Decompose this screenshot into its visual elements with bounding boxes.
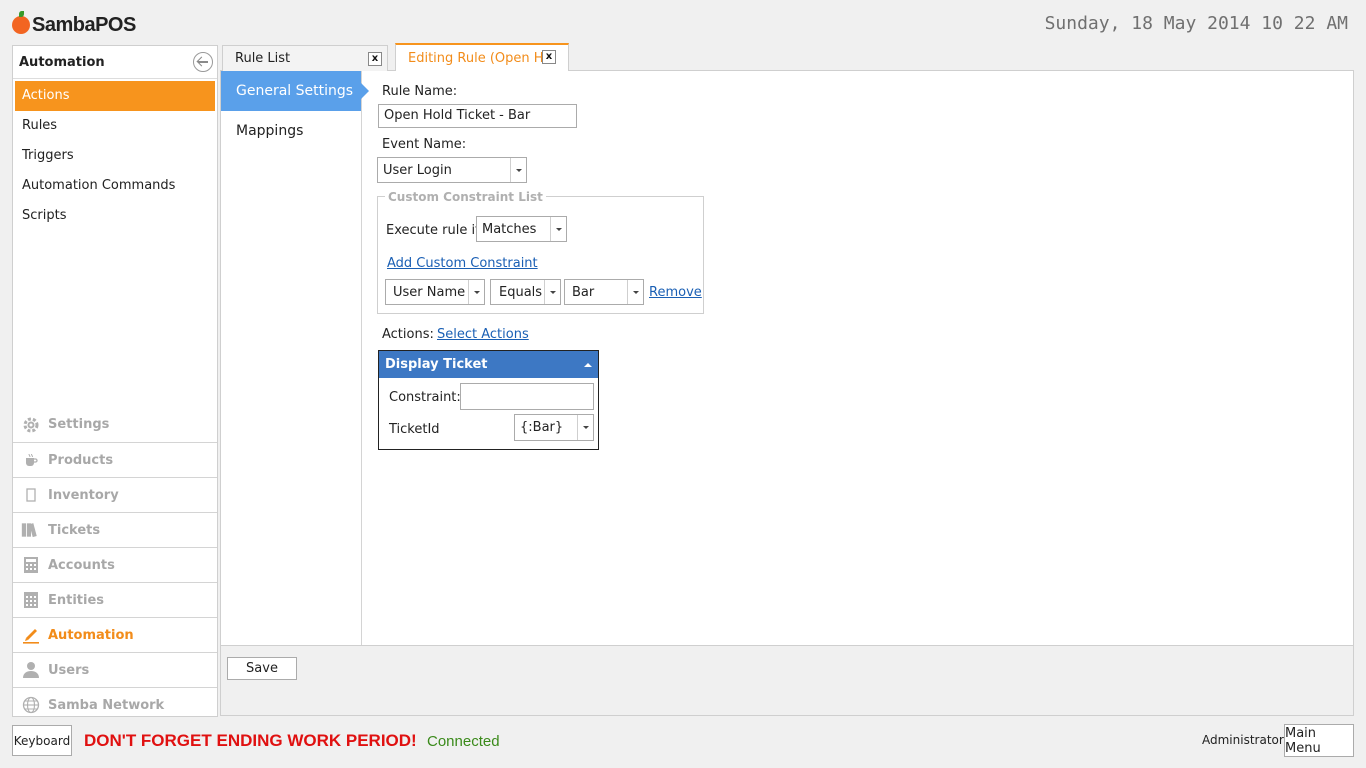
constraint-operator-dropdown[interactable]: Equals [490,279,561,305]
pencil-icon [21,626,41,644]
module-list: Settings Products Inventory Tickets Acco… [13,407,217,722]
action-card-header[interactable]: Display Ticket [379,351,598,378]
execute-rule-label: Execute rule if [386,223,480,238]
constraint-field-value: User Name [393,284,466,300]
execute-rule-dropdown[interactable]: Matches [476,216,567,242]
work-period-warning: DON'T FORGET ENDING WORK PERIOD! [84,731,417,750]
save-button[interactable]: Save [227,657,297,680]
coffee-cup-icon [21,451,41,469]
module-label: Tickets [48,522,101,538]
chevron-down-icon [468,280,484,304]
module-label: Products [48,452,114,468]
settings-nav: General Settings Mappings [221,71,369,645]
event-name-value: User Login [383,162,452,178]
sidebar-item-scripts[interactable]: Scripts [15,201,215,231]
module-entities[interactable]: Entities [13,582,217,617]
gear-icon [21,416,41,434]
rule-name-label: Rule Name: [382,84,458,99]
ticketid-label: TicketId [389,422,440,437]
module-samba-network[interactable]: Samba Network [13,687,217,722]
chevron-down-icon [577,415,593,440]
action-constraint-label: Constraint: [389,390,461,405]
globe-icon [21,696,41,714]
sidebar-title: Automation [19,54,105,70]
connection-status: Connected [427,733,500,750]
ticketid-dropdown[interactable]: {:Bar} [514,414,594,441]
action-constraint-input[interactable] [460,383,594,410]
module-tickets[interactable]: Tickets [13,512,217,547]
ticketid-value: {:Bar} [520,420,564,435]
editor-footer [221,645,1353,715]
logged-in-user: Administrator [1202,733,1284,747]
sidebar-item-rules[interactable]: Rules [15,111,215,141]
execute-rule-value: Matches [482,221,537,237]
sidebar-item-triggers[interactable]: Triggers [15,141,215,171]
tab-label: Editing Rule (Open Ho [408,50,552,66]
sambapos-logo: SambaPOS [12,11,136,38]
calculator-icon [21,556,41,574]
event-name-dropdown[interactable]: User Login [377,157,527,183]
tab-label: Rule List [235,51,291,66]
module-settings[interactable]: Settings [13,407,217,442]
action-card-title: Display Ticket [385,357,488,372]
module-label: Automation [48,627,134,643]
chevron-down-icon [627,280,643,304]
close-tab-rule-list-button[interactable]: x [368,52,382,66]
nav-general-settings[interactable]: General Settings [221,71,369,111]
module-label: Users [48,662,90,678]
module-label: Inventory [48,487,119,503]
chevron-down-icon [550,217,566,241]
keyboard-button[interactable]: Keyboard [12,725,72,756]
module-products[interactable]: Products [13,442,217,477]
apple-logo-icon [12,11,30,34]
sidebar-header: Automation [13,46,217,79]
module-accounts[interactable]: Accounts [13,547,217,582]
constraint-operator-value: Equals [499,284,543,300]
box-icon [21,486,41,504]
close-tab-editing-rule-button[interactable]: x [542,50,556,64]
constraint-value-dropdown[interactable]: Bar [564,279,644,305]
nav-mappings[interactable]: Mappings [221,111,361,151]
event-name-label: Event Name: [382,137,467,152]
constraint-field-dropdown[interactable]: User Name [385,279,485,305]
add-custom-constraint-link[interactable]: Add Custom Constraint [387,256,538,271]
datetime-display: Sunday, 18 May 2014 10 22 AM [1044,13,1348,34]
actions-label: Actions: [382,327,434,342]
module-inventory[interactable]: Inventory [13,477,217,512]
module-label: Accounts [48,557,115,573]
chevron-down-icon [544,280,560,304]
user-icon [21,661,41,679]
module-label: Entities [48,592,105,608]
main-menu-button[interactable]: Main Menu [1284,724,1354,757]
sidebar-sub-list: Actions Rules Triggers Automation Comman… [13,79,217,231]
books-icon [21,521,41,539]
select-actions-link[interactable]: Select Actions [437,327,529,342]
chevron-down-icon [510,158,526,182]
collapse-up-icon[interactable] [584,362,592,367]
logo-text: SambaPOS [32,13,136,36]
sidebar-item-actions[interactable]: Actions [15,81,215,111]
tab-rule-list[interactable]: Rule List [222,45,388,71]
rule-name-input[interactable]: Open Hold Ticket - Bar [378,104,577,128]
module-label: Samba Network [48,697,165,713]
module-label: Settings [48,417,110,432]
grid-icon [21,591,41,609]
custom-constraint-title: Custom Constraint List [385,190,546,204]
sidebar-item-automation-commands[interactable]: Automation Commands [15,171,215,201]
module-users[interactable]: Users [13,652,217,687]
remove-constraint-link[interactable]: Remove [649,285,702,300]
constraint-value-text: Bar [572,284,595,300]
module-automation[interactable]: Automation [13,617,217,652]
left-sidebar: Automation Actions Rules Triggers Automa… [12,45,218,717]
back-arrow-icon[interactable] [193,52,213,72]
